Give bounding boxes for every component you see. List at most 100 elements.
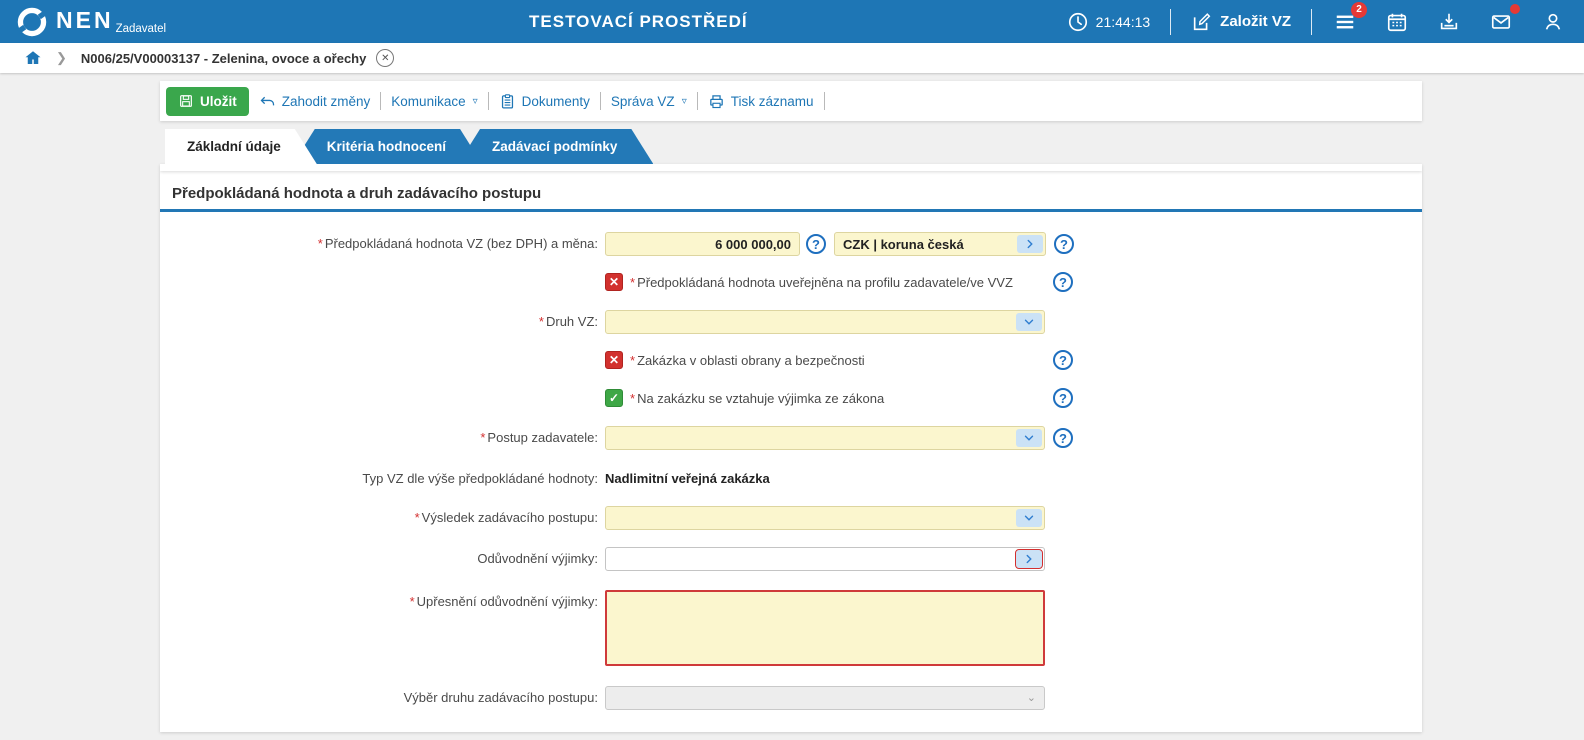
chevron-down-icon: ⌄ bbox=[1027, 691, 1036, 704]
exemption-detail-textarea[interactable] bbox=[605, 590, 1045, 666]
divider bbox=[380, 92, 381, 110]
app-header: NEN Zadavatel TESTOVACÍ PROSTŘEDÍ 21:44:… bbox=[0, 0, 1584, 43]
print-record-button[interactable]: Tisk záznamu bbox=[708, 93, 814, 110]
required-marker: * bbox=[318, 236, 323, 251]
tab-bar: Základní údaje Kritéria hodnocení Zadáva… bbox=[160, 129, 1422, 171]
undo-icon bbox=[259, 93, 276, 110]
row-exemption-detail: *Upřesnění odůvodnění výjimky: bbox=[160, 590, 1422, 666]
exemption-detail-label: *Upřesnění odůvodnění výjimky: bbox=[160, 590, 605, 614]
procedure-result-label: *Výsledek zadávacího postupu: bbox=[160, 506, 605, 530]
tab-kriteria-hodnoceni[interactable]: Kritéria hodnocení bbox=[293, 129, 482, 164]
type-by-value-label: Typ VZ dle výše předpokládané hodnoty: bbox=[160, 467, 605, 491]
discard-changes-button[interactable]: Zahodit změny bbox=[259, 93, 371, 110]
create-vz-label: Založit VZ bbox=[1220, 13, 1291, 30]
tab-zadavaci-podminky[interactable]: Zadávací podmínky bbox=[458, 129, 653, 164]
clock: 21:44:13 bbox=[1067, 11, 1151, 33]
dropdown-caret-icon: ▿ bbox=[682, 96, 687, 107]
law-exemption-label: *Na zakázku se vztahuje výjimka ze zákon… bbox=[630, 391, 884, 406]
user-profile-button[interactable] bbox=[1540, 9, 1566, 35]
close-record-icon[interactable]: ✕ bbox=[376, 49, 394, 67]
procedure-select[interactable] bbox=[605, 426, 1045, 450]
vz-admin-label: Správa VZ bbox=[611, 94, 675, 109]
row-exemption-reason: Odůvodnění výjimky: bbox=[160, 547, 1422, 571]
row-law-exemption: ✓ *Na zakázku se vztahuje výjimka ze zák… bbox=[160, 388, 1422, 408]
help-icon[interactable]: ? bbox=[1053, 428, 1073, 448]
help-icon[interactable]: ? bbox=[1053, 388, 1073, 408]
main-panel: Předpokládaná hodnota a druh zadávacího … bbox=[160, 171, 1422, 732]
discard-changes-label: Zahodit změny bbox=[282, 94, 371, 109]
vz-admin-menu[interactable]: Správa VZ ▿ bbox=[611, 94, 687, 109]
floppy-disk-icon bbox=[178, 93, 194, 109]
help-icon[interactable]: ? bbox=[1054, 234, 1074, 254]
currency-select[interactable]: CZK | koruna česká bbox=[834, 232, 1046, 256]
breadcrumb-item[interactable]: N006/25/V00003137 - Zelenina, ovoce a oř… bbox=[81, 51, 366, 66]
type-by-value-text: Nadlimitní veřejná zakázka bbox=[605, 467, 770, 491]
home-icon[interactable] bbox=[24, 49, 42, 67]
checkbox-checked-icon[interactable]: ✓ bbox=[605, 389, 623, 407]
checkbox-unchecked-icon[interactable]: ✕ bbox=[605, 273, 623, 291]
environment-title: TESTOVACÍ PROSTŘEDÍ bbox=[210, 12, 1067, 32]
chevron-down-icon[interactable] bbox=[1016, 429, 1042, 447]
messages-button[interactable] bbox=[1488, 9, 1514, 35]
row-type-by-value: Typ VZ dle výše předpokládané hodnoty: N… bbox=[160, 467, 1422, 491]
row-vz-kind: *Druh VZ: bbox=[160, 310, 1422, 334]
open-exemption-picker-icon[interactable] bbox=[1016, 550, 1042, 568]
save-button[interactable]: Uložit bbox=[166, 87, 249, 116]
published-on-profile-label: *Předpokládaná hodnota uveřejněna na pro… bbox=[630, 275, 1013, 290]
help-icon[interactable]: ? bbox=[1053, 272, 1073, 292]
menu-badge: 2 bbox=[1351, 2, 1367, 18]
mail-icon bbox=[1490, 11, 1512, 33]
row-defense-security: ✕ *Zakázka v oblasti obrany a bezpečnost… bbox=[160, 350, 1422, 370]
open-currency-picker-icon[interactable] bbox=[1017, 235, 1043, 253]
row-procedure: *Postup zadavatele: ? bbox=[160, 426, 1422, 450]
vz-kind-select[interactable] bbox=[605, 310, 1045, 334]
help-icon[interactable]: ? bbox=[1053, 350, 1073, 370]
mail-notification-dot bbox=[1510, 4, 1520, 14]
downloads-button[interactable] bbox=[1436, 9, 1462, 35]
clipboard-icon bbox=[499, 93, 516, 110]
dropdown-caret-icon: ▿ bbox=[473, 96, 478, 107]
row-procedure-result: *Výsledek zadávacího postupu: bbox=[160, 506, 1422, 530]
estimated-value-input[interactable] bbox=[605, 232, 800, 256]
user-icon bbox=[1542, 11, 1564, 33]
chevron-down-icon[interactable] bbox=[1016, 509, 1042, 527]
divider bbox=[1311, 9, 1312, 35]
communication-label: Komunikace bbox=[391, 94, 465, 109]
documents-label: Dokumenty bbox=[522, 94, 590, 109]
divider bbox=[1170, 9, 1171, 35]
documents-button[interactable]: Dokumenty bbox=[499, 93, 590, 110]
nen-logo-icon bbox=[16, 6, 48, 38]
save-button-label: Uložit bbox=[200, 94, 237, 109]
row-published-on-profile: ✕ *Předpokládaná hodnota uveřejněna na p… bbox=[160, 272, 1422, 292]
printer-icon bbox=[708, 93, 725, 110]
print-record-label: Tisk záznamu bbox=[731, 94, 814, 109]
logo-subtitle: Zadavatel bbox=[116, 23, 167, 35]
estimated-value-label: *Předpokládaná hodnota VZ (bez DPH) a mě… bbox=[160, 232, 605, 256]
communication-menu[interactable]: Komunikace ▿ bbox=[391, 94, 477, 109]
menu-button[interactable]: 2 bbox=[1332, 9, 1358, 35]
edit-icon bbox=[1191, 11, 1213, 33]
defense-security-label: *Zakázka v oblasti obrany a bezpečnosti bbox=[630, 353, 865, 368]
breadcrumb: ❯ N006/25/V00003137 - Zelenina, ovoce a … bbox=[0, 43, 1584, 73]
create-vz-button[interactable]: Založit VZ bbox=[1191, 11, 1291, 33]
calendar-button[interactable] bbox=[1384, 9, 1410, 35]
exemption-reason-label: Odůvodnění výjimky: bbox=[160, 547, 605, 571]
clock-icon bbox=[1067, 11, 1089, 33]
tab-zakladni-udaje[interactable]: Základní údaje bbox=[165, 129, 317, 164]
row-estimated-value: *Předpokládaná hodnota VZ (bez DPH) a mě… bbox=[160, 232, 1422, 256]
calendar-icon bbox=[1386, 11, 1408, 33]
divider bbox=[600, 92, 601, 110]
download-tray-icon bbox=[1438, 11, 1460, 33]
help-icon[interactable]: ? bbox=[806, 234, 826, 254]
logo[interactable]: NEN Zadavatel bbox=[0, 6, 210, 38]
checkbox-unchecked-icon[interactable]: ✕ bbox=[605, 351, 623, 369]
tab-base-strip bbox=[160, 164, 1422, 171]
procedure-result-select[interactable] bbox=[605, 506, 1045, 530]
vz-kind-label: *Druh VZ: bbox=[160, 310, 605, 334]
divider bbox=[824, 92, 825, 110]
chevron-down-icon[interactable] bbox=[1016, 313, 1042, 331]
logo-text: NEN bbox=[56, 9, 114, 32]
record-toolbar: Uložit Zahodit změny Komunikace ▿ Dokume… bbox=[160, 81, 1422, 121]
section-header: Předpokládaná hodnota a druh zadávacího … bbox=[160, 171, 1422, 212]
exemption-reason-picker[interactable] bbox=[605, 547, 1045, 571]
